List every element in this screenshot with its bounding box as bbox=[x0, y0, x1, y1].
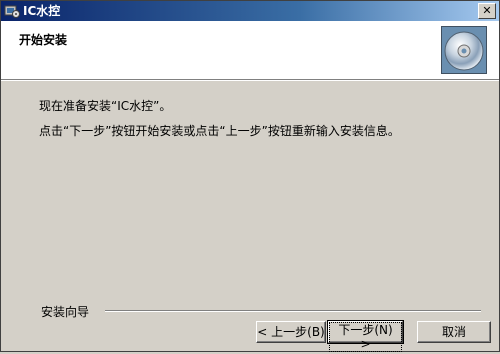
close-button[interactable]: ✕ bbox=[478, 3, 496, 19]
title-bar[interactable]: IC水控 ✕ bbox=[1, 1, 499, 21]
installer-app-icon bbox=[4, 3, 20, 19]
page-title: 开始安装 bbox=[19, 33, 68, 47]
installer-window: IC水控 ✕ 开始安装 现在准备安装“IC水控”。 点击“下一步”按钮开始安装或… bbox=[0, 0, 500, 352]
window-title: IC水控 bbox=[23, 4, 61, 18]
next-button-label: 下一步(N) > bbox=[329, 322, 402, 352]
cancel-button[interactable]: 取消 bbox=[417, 321, 491, 343]
back-button-label: < 上一步(B) bbox=[257, 325, 325, 339]
header-divider bbox=[1, 80, 499, 81]
cd-disc-icon bbox=[441, 26, 487, 74]
ready-message: 现在准备安装“IC水控”。 bbox=[39, 99, 172, 113]
back-button[interactable]: < 上一步(B) bbox=[256, 321, 326, 343]
close-icon: ✕ bbox=[482, 4, 492, 17]
next-button[interactable]: 下一步(N) > bbox=[327, 320, 404, 352]
wizard-label: 安装向导 bbox=[41, 305, 90, 319]
footer-separator bbox=[105, 310, 481, 312]
instruction-message: 点击“下一步”按钮开始安装或点击“上一步”按钮重新输入安装信息。 bbox=[39, 124, 400, 138]
header-panel: 开始安装 bbox=[1, 21, 499, 80]
cancel-button-label: 取消 bbox=[441, 325, 466, 339]
